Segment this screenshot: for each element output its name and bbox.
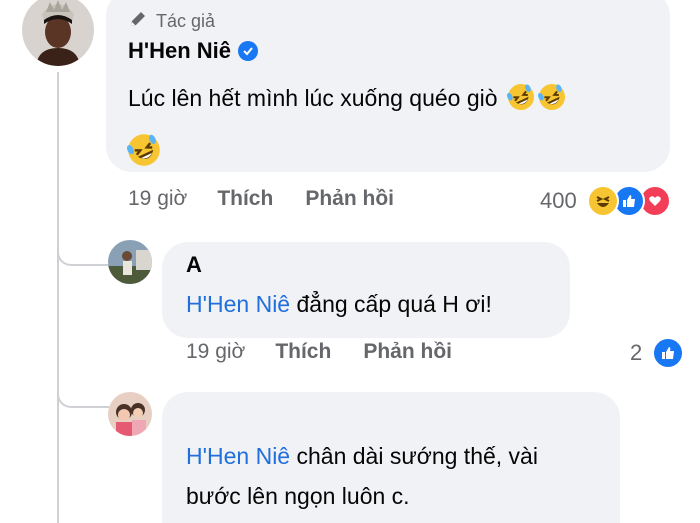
reply-button[interactable]: Phản hồi <box>363 340 452 364</box>
rofl-emoji-icon <box>506 83 535 111</box>
comment-author[interactable]: H'Hen Niê <box>128 38 259 64</box>
thread-line <box>57 72 59 523</box>
reply-reaction-summary[interactable]: 2 <box>630 337 685 369</box>
reply-reaction-count[interactable]: 2 <box>630 340 642 366</box>
author-name[interactable]: H'Hen Niê <box>128 38 231 64</box>
like-button[interactable]: Thích <box>275 340 331 364</box>
pen-icon <box>128 9 148 34</box>
reaction-count[interactable]: 400 <box>540 188 577 214</box>
reply-body-line2: bước lên ngọn luôn c. <box>186 483 410 509</box>
reply-avatar[interactable] <box>108 240 152 284</box>
comment-text: Lúc lên hết mình lúc xuống quéo giò <box>128 78 648 118</box>
comment-body: Lúc lên hết mình lúc xuống quéo giò <box>128 85 498 111</box>
reply-time[interactable]: 19 giờ <box>186 340 245 364</box>
mention-tag[interactable]: H'Hen Niê <box>186 443 290 469</box>
reply-author[interactable]: A <box>186 252 202 278</box>
reply-avatar[interactable] <box>108 392 152 436</box>
reply-actions: 19 giờ Thích Phản hồi <box>186 340 484 364</box>
reply-text: H'Hen Niê đẳng cấp quá H ơi! <box>186 284 492 324</box>
thread-branch-1 <box>57 240 109 266</box>
reaction-summary[interactable]: 400 <box>540 185 671 217</box>
reply-body: đẳng cấp quá H ơi! <box>290 291 492 317</box>
comment-time[interactable]: 19 giờ <box>128 187 187 211</box>
thread-branch-2 <box>57 382 109 408</box>
mention-tag[interactable]: H'Hen Niê <box>186 291 290 317</box>
haha-icon <box>586 185 619 217</box>
comment-actions: 19 giờ Thích Phản hồi <box>128 187 426 211</box>
like-button[interactable]: Thích <box>217 187 273 211</box>
rofl-emoji-icon <box>126 133 161 167</box>
author-badge: Tác giả <box>128 9 215 34</box>
badge-label: Tác giả <box>156 11 216 31</box>
author-avatar[interactable] <box>22 0 94 66</box>
rofl-emoji-icon <box>537 83 566 111</box>
reply-body-line1: chân dài sướng thế, vài <box>290 443 538 469</box>
reply-button[interactable]: Phản hồi <box>305 187 394 211</box>
verified-icon <box>238 41 259 61</box>
like-icon <box>652 337 685 369</box>
reply-text-continued: bước lên ngọn luôn c. <box>186 476 410 516</box>
reply-author-visible[interactable]: A <box>186 252 202 277</box>
reply-text: H'Hen Niê chân dài sướng thế, vài <box>186 436 538 476</box>
